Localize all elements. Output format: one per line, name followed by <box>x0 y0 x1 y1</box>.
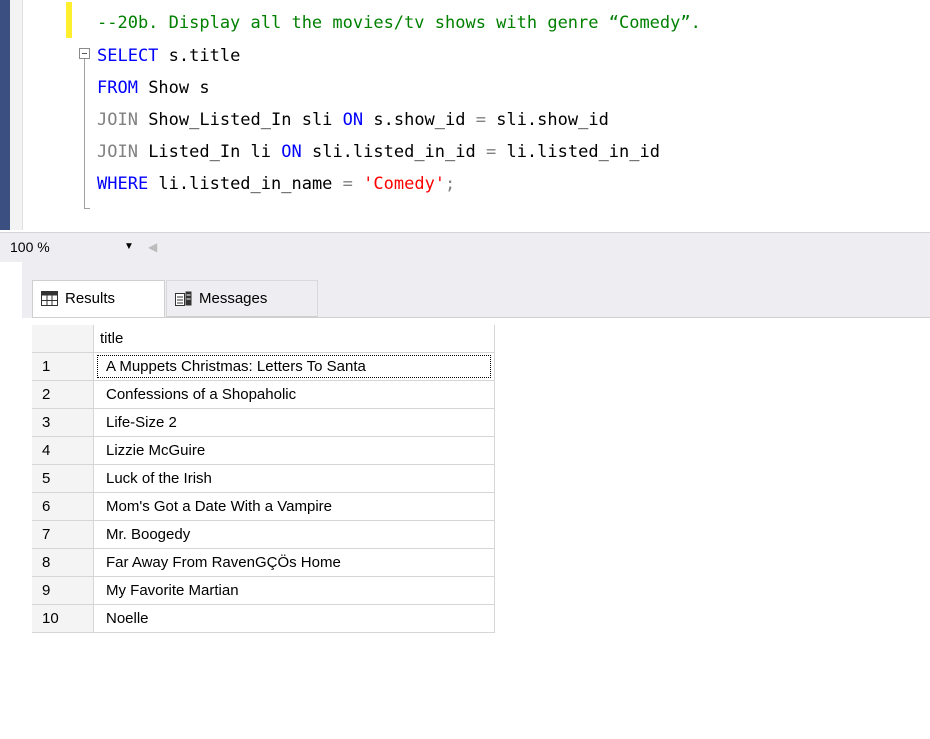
query-editor[interactable]: --20b. Display all the movies/tv shows w… <box>0 0 930 230</box>
code-line-where: WHERE li.listed_in_name = 'Comedy'; <box>97 171 455 197</box>
join-left: sli.listed_in_id <box>301 142 486 162</box>
row-number-header[interactable] <box>32 325 94 353</box>
title-cell[interactable]: Confessions of a Shopaholic <box>94 381 495 409</box>
collapse-icon[interactable] <box>79 48 90 59</box>
from-table: Show s <box>137 78 210 98</box>
title-cell[interactable]: Mr. Boogedy <box>94 521 495 549</box>
keyword-on: ON <box>342 110 364 130</box>
zoom-bar: 100 % ▼ ◀ <box>0 232 930 262</box>
operator-equals: = <box>342 174 353 194</box>
row-number[interactable]: 10 <box>32 605 94 633</box>
tab-messages-label: Messages <box>199 290 268 307</box>
semicolon: ; <box>445 174 456 194</box>
string-literal: 'Comedy' <box>363 174 446 194</box>
zoom-select[interactable]: 100 % ▼ <box>10 236 144 258</box>
row-number[interactable]: 8 <box>32 549 94 577</box>
title-value: Lizzie McGuire <box>106 442 206 459</box>
title-value: Noelle <box>106 610 149 627</box>
join-right: sli.show_id <box>485 110 609 130</box>
title-value: Luck of the Irish <box>106 470 212 487</box>
title-cell[interactable]: Noelle <box>94 605 495 633</box>
operator-equals: = <box>485 142 497 162</box>
gutter-divider <box>22 0 23 230</box>
title-cell[interactable]: Life-Size 2 <box>94 409 495 437</box>
title-value: Far Away From RavenGÇÖs Home <box>106 554 341 571</box>
outline-bracket <box>84 59 85 209</box>
title-value: Mr. Boogedy <box>106 526 191 543</box>
code-line-join-2: JOIN Listed_In li ON sli.listed_in_id = … <box>97 139 660 165</box>
change-marker <box>66 2 72 38</box>
title-value: My Favorite Martian <box>106 582 239 599</box>
title-value: Mom's Got a Date With a Vampire <box>106 498 332 515</box>
messages-icon <box>175 291 192 306</box>
scroll-left-icon[interactable]: ◀ <box>148 236 157 258</box>
row-number[interactable]: 6 <box>32 493 94 521</box>
title-cell[interactable]: Far Away From RavenGÇÖs Home <box>94 549 495 577</box>
code-line-comment: --20b. Display all the movies/tv shows w… <box>97 10 701 36</box>
title-cell[interactable]: Lizzie McGuire <box>94 437 495 465</box>
title-value: A Muppets Christmas: Letters To Santa <box>106 358 366 375</box>
keyword-on: ON <box>281 142 302 162</box>
join-table: Listed_In li <box>137 142 282 162</box>
title-cell[interactable]: My Favorite Martian <box>94 577 495 605</box>
tab-results-label: Results <box>65 290 116 307</box>
title-cell[interactable]: Mom's Got a Date With a Vampire <box>94 493 495 521</box>
outline-bracket-end <box>84 208 90 209</box>
row-number[interactable]: 9 <box>32 577 94 605</box>
code-line-from: FROM Show s <box>97 75 210 101</box>
results-grid[interactable]: title 1 A Muppets Christmas: Letters To S… <box>32 317 930 739</box>
grid-icon <box>41 291 58 306</box>
row-number[interactable]: 7 <box>32 521 94 549</box>
tab-messages[interactable]: Messages <box>166 280 318 317</box>
operator-equals: = <box>475 110 486 130</box>
row-number[interactable]: 2 <box>32 381 94 409</box>
select-columns: s.title <box>158 46 241 66</box>
row-number[interactable]: 3 <box>32 409 94 437</box>
editor-gutter <box>10 0 22 230</box>
keyword-where: WHERE <box>97 174 149 194</box>
keyword-join: JOIN <box>97 142 138 162</box>
chevron-down-icon[interactable]: ▼ <box>124 236 134 258</box>
keyword-join: JOIN <box>97 110 138 130</box>
title-cell[interactable]: A Muppets Christmas: Letters To Santa <box>94 353 495 381</box>
window-edge <box>0 0 10 230</box>
column-header-title[interactable]: title <box>94 325 495 353</box>
title-value: Confessions of a Shopaholic <box>106 386 297 403</box>
row-number[interactable]: 4 <box>32 437 94 465</box>
zoom-value: 100 % <box>10 239 50 255</box>
title-cell[interactable]: Luck of the Irish <box>94 465 495 493</box>
code-line-select: SELECT s.title <box>97 43 240 69</box>
code-line-join-1: JOIN Show_Listed_In sli ON s.show_id = s… <box>97 107 609 133</box>
keyword-select: SELECT <box>97 46 159 66</box>
comment-text: --20b. Display all the movies/tv shows w… <box>97 13 701 33</box>
join-table: Show_Listed_In sli <box>137 110 343 130</box>
join-left: s.show_id <box>363 110 476 130</box>
tab-results[interactable]: Results <box>32 280 165 317</box>
row-number[interactable]: 1 <box>32 353 94 381</box>
keyword-from: FROM <box>97 78 138 98</box>
results-tabs: Results Messages <box>22 262 930 318</box>
where-column: li.listed_in_name <box>148 174 343 194</box>
row-number[interactable]: 5 <box>32 465 94 493</box>
title-value: Life-Size 2 <box>106 414 177 431</box>
join-right: li.listed_in_id <box>496 142 660 162</box>
